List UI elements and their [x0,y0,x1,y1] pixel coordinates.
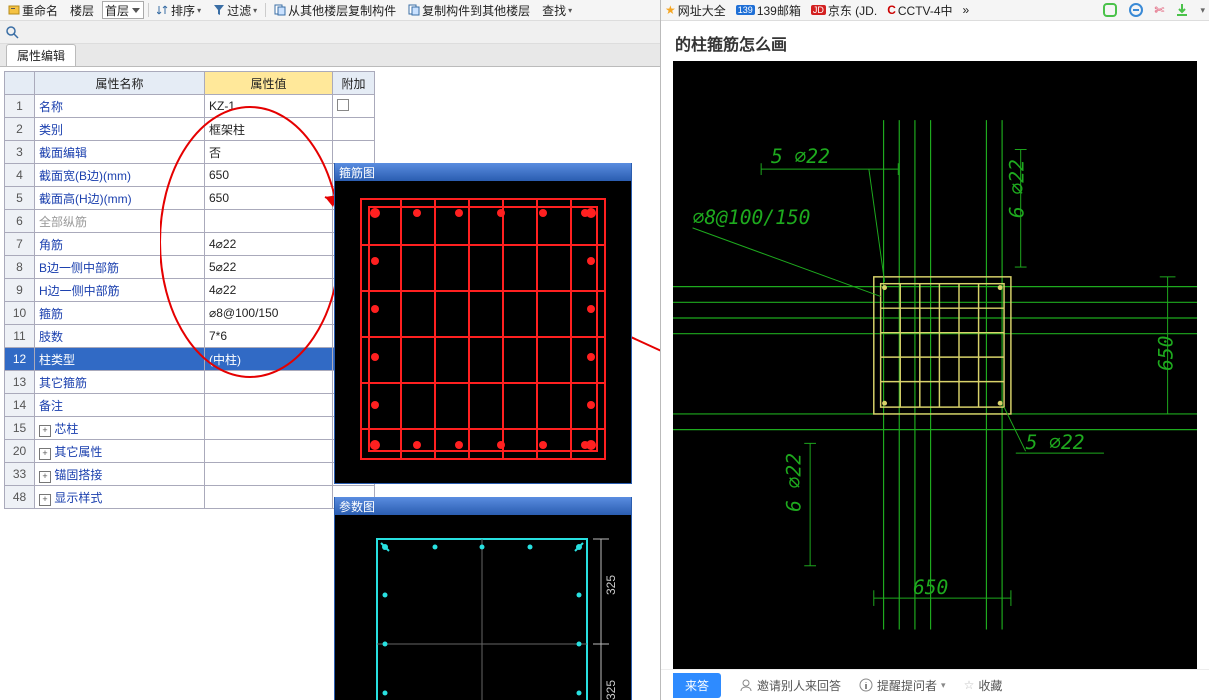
copy-from-button[interactable]: 从其他楼层复制构件 [270,2,400,19]
table-row[interactable]: 14备注 [5,394,375,417]
checkbox[interactable] [337,99,349,111]
stirrup-diagram-window: 箍筋图 [334,163,632,484]
table-row[interactable]: 5截面高(H边)(mm)650 [5,187,375,210]
sort-button[interactable]: 排序 ▾ [153,2,205,19]
bookmark-all[interactable]: ★ 网址大全 [665,2,726,19]
cut-icon[interactable]: ✄ [1154,3,1164,17]
table-row[interactable]: 7角筋4⌀22 [5,233,375,256]
table-row[interactable]: 9H边一侧中部筋4⌀22 [5,279,375,302]
svg-text:5 ⌀22: 5 ⌀22 [771,145,830,168]
svg-text:⌀8@100/150: ⌀8@100/150 [693,206,811,229]
table-row[interactable]: 8B边一侧中部筋5⌀22 [5,256,375,279]
param-title[interactable]: 参数图 [335,497,631,515]
rename-button[interactable]: 重命名 [4,2,62,19]
copy-to-button[interactable]: 复制构件到其他楼层 [404,2,534,19]
tab-property-edit[interactable]: 属性编辑 [6,44,76,66]
svg-text:650: 650 [1155,336,1178,371]
remind-button[interactable]: 提醒提问者 ▾ [859,677,946,694]
param-diagram-window: 参数图 [334,497,632,700]
main-toolbar: 重命名 楼层 首层 排序 ▾ 过滤 ▾ 从其他楼层复制构件 复制构件 [0,0,660,21]
answer-button[interactable]: 来答 [673,673,721,698]
star-icon: ☆ [964,678,975,692]
svg-text:6 ⌀22: 6 ⌀22 [782,453,805,512]
bookmark-139mail[interactable]: 139 139邮箱 [736,2,801,19]
expand-icon[interactable]: + [39,471,51,483]
copy-icon [408,4,420,16]
info-icon [859,678,873,692]
cad-drawing: 5 ⌀22 6 ⌀22 ⌀8@100/150 5 ⌀22 6 ⌀22 650 6… [673,61,1197,669]
table-row[interactable]: 20+ 其它属性 [5,440,375,463]
tab-strip: 属性编辑 [0,44,660,67]
table-row[interactable]: 3截面编辑否 [5,141,375,164]
jd-badge: JD [811,5,826,15]
col-value: 属性值 [205,72,333,95]
chevron-down-icon: ▾ [568,6,572,15]
chevron-down-icon: ▾ [941,680,946,691]
svg-text:5 ⌀22: 5 ⌀22 [1026,431,1085,454]
favorite-button[interactable]: ☆ 收藏 [964,677,1003,694]
chevron-down-icon: ▾ [197,6,201,15]
mail-badge: 139 [736,5,755,15]
filter-button[interactable]: 过滤 ▾ [209,2,261,19]
answer-toolbar: 来答 邀请别人来回答 提醒提问者 ▾ ☆ 收藏 [661,669,1209,700]
bookmark-bar: ★ 网址大全 139 139邮箱 JD 京东 (JD. C CCTV-4中 » … [661,0,1209,21]
table-row[interactable]: 10箍筋⌀8@100/150 [5,302,375,325]
svg-text:650: 650 [913,576,948,599]
copy-icon [274,4,286,16]
zoom-out-icon[interactable] [1128,2,1144,18]
property-panel: 属性名称 属性值 附加 1名称KZ-12类别框架柱3截面编辑否4截面宽(B边)(… [0,67,660,700]
search-row [0,21,660,44]
param-canvas: 325 325 [335,515,631,700]
left-pane: 重命名 楼层 首层 排序 ▾ 过滤 ▾ 从其他楼层复制构件 复制构件 [0,0,661,700]
right-pane: ★ 网址大全 139 139邮箱 JD 京东 (JD. C CCTV-4中 » … [661,0,1209,700]
table-row[interactable]: 4截面宽(B边)(mm)650 [5,164,375,187]
col-extra: 附加 [333,72,375,95]
filter-icon [213,4,225,16]
property-table: 属性名称 属性值 附加 1名称KZ-12类别框架柱3截面编辑否4截面宽(B边)(… [4,71,375,509]
invite-button[interactable]: 邀请别人来回答 [739,677,841,694]
expand-icon[interactable]: + [39,425,51,437]
table-row[interactable]: 13其它箍筋 [5,371,375,394]
stirrup-title[interactable]: 箍筋图 [335,163,631,181]
star-icon: ★ [665,3,676,17]
sort-icon [157,4,169,16]
table-row[interactable]: 15+ 芯柱 [5,417,375,440]
cctv-icon: C [887,3,896,17]
download-icon[interactable] [1174,2,1190,18]
page-title: 的柱箍筋怎么画 [661,21,1209,61]
browser-ext-icon[interactable] [1102,2,1118,18]
rename-label: 重命名 [22,2,58,19]
search-icon[interactable] [4,24,20,40]
table-row[interactable]: 6全部纵筋 [5,210,375,233]
bookmark-more[interactable]: » [963,3,970,17]
bookmark-jd[interactable]: JD 京东 (JD. [811,2,877,19]
stirrup-canvas [335,181,631,483]
table-row[interactable]: 33+ 锚固搭接 [5,463,375,486]
person-icon [739,678,753,692]
svg-text:6 ⌀22: 6 ⌀22 [1006,159,1029,218]
chevron-down-icon[interactable]: ▾ [1200,5,1205,16]
table-row[interactable]: 12柱类型(中柱) [5,348,375,371]
col-name: 属性名称 [35,72,205,95]
floor-label: 楼层 [66,2,98,19]
table-row[interactable]: 2类别框架柱 [5,118,375,141]
expand-icon[interactable]: + [39,448,51,460]
find-button[interactable]: 查找 ▾ [538,2,576,19]
chevron-down-icon: ▾ [253,6,257,15]
svg-text:325: 325 [604,575,618,595]
table-row[interactable]: 1名称KZ-1 [5,95,375,118]
rename-icon [8,4,20,16]
bookmark-cctv[interactable]: C CCTV-4中 [887,2,952,19]
expand-icon[interactable]: + [39,494,51,506]
svg-text:325: 325 [604,680,618,700]
table-row[interactable]: 11肢数7*6 [5,325,375,348]
table-row[interactable]: 48+ 显示样式 [5,486,375,509]
floor-select[interactable]: 首层 [102,1,144,19]
